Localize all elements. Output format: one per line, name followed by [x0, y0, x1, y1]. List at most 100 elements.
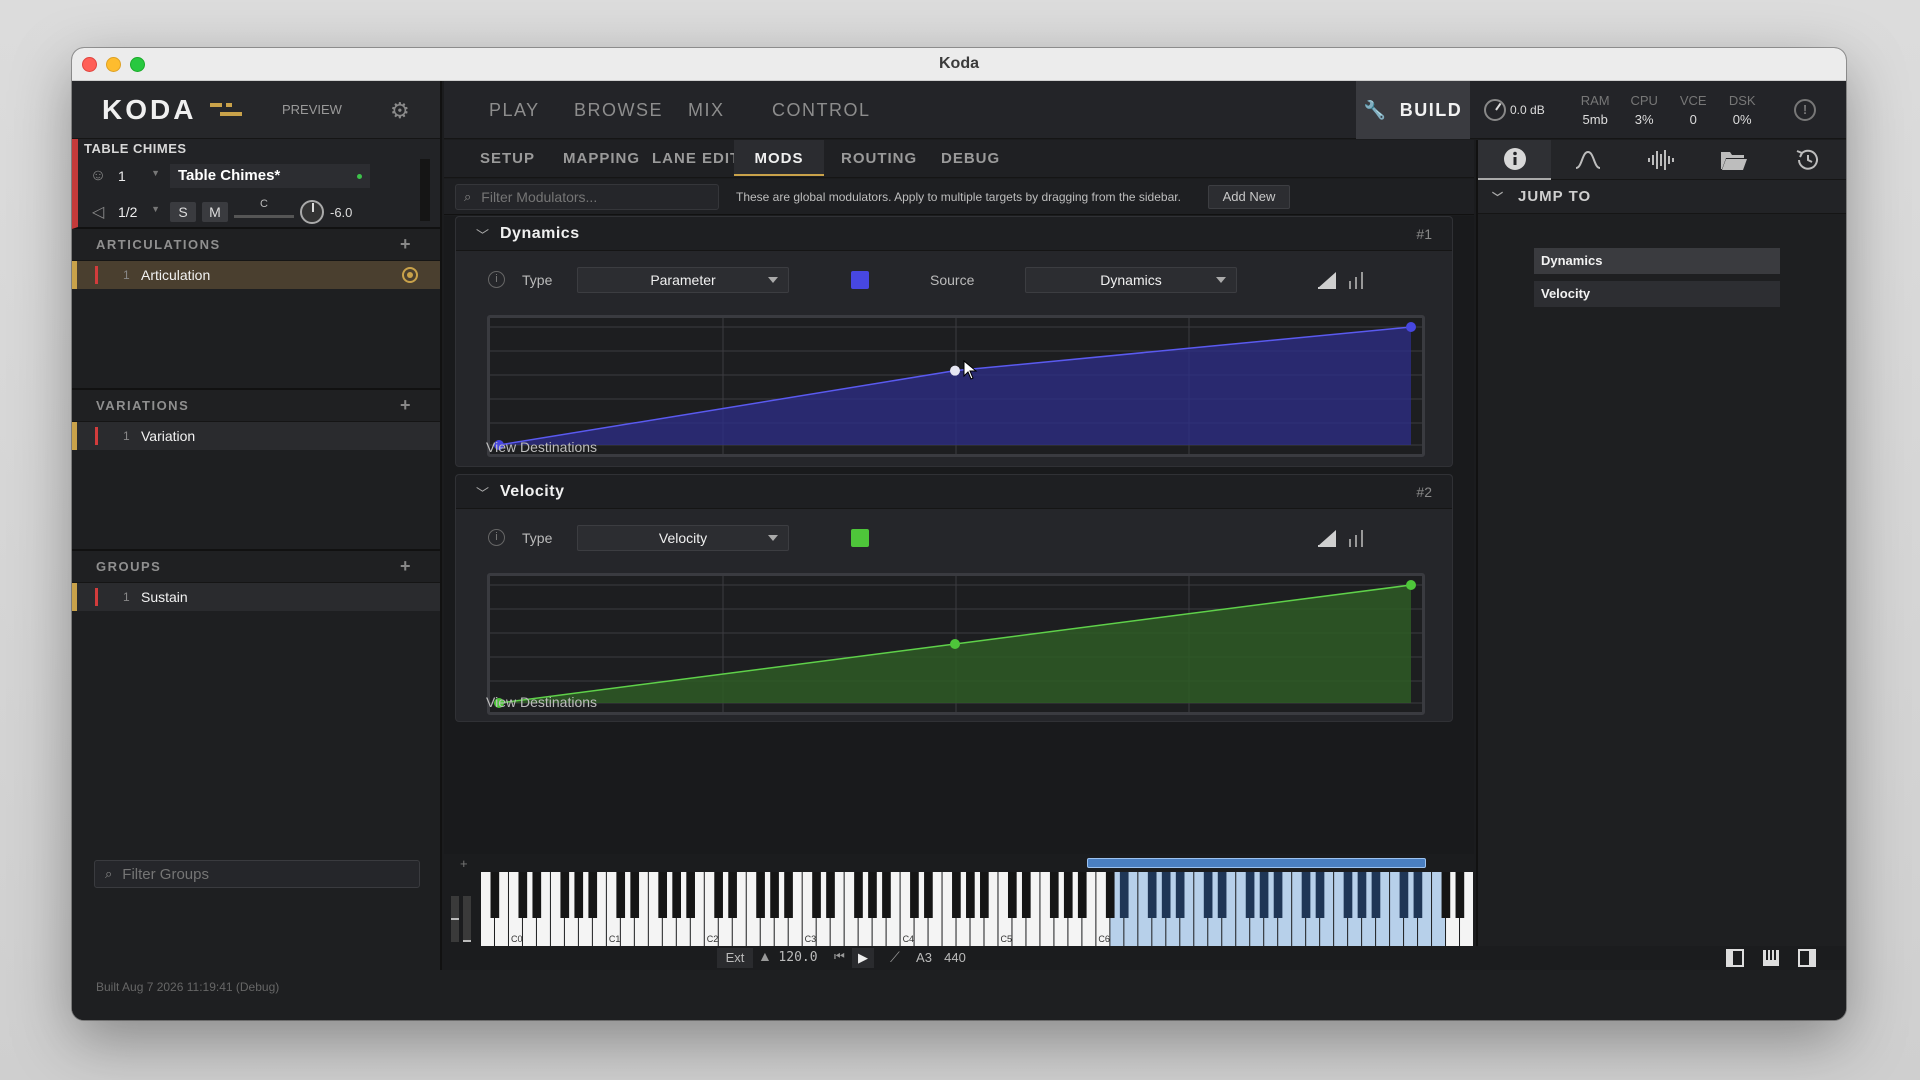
gear-icon[interactable]: ⚙	[390, 98, 410, 124]
black-key[interactable]	[1175, 872, 1185, 918]
tuning-frequency[interactable]: 440	[941, 948, 969, 968]
subtab-lane-edit[interactable]: LANE EDIT	[652, 140, 740, 176]
jump-to-dynamics[interactable]: Dynamics	[1534, 248, 1780, 274]
black-key[interactable]	[854, 872, 863, 918]
color-swatch[interactable]	[851, 529, 869, 547]
metronome-icon[interactable]: ▲	[758, 948, 772, 964]
black-key[interactable]	[1371, 872, 1381, 918]
mod-wheel[interactable]	[463, 896, 471, 942]
maximize-window-button[interactable]	[130, 57, 145, 72]
pitch-wheel[interactable]	[451, 896, 459, 942]
black-key[interactable]	[1301, 872, 1311, 918]
black-key[interactable]	[588, 872, 598, 918]
build-button[interactable]: 🔧 BUILD	[1356, 81, 1470, 139]
sync-mode[interactable]: Ext	[717, 948, 753, 968]
curve-mode-icon[interactable]	[1316, 527, 1338, 549]
instrument-name[interactable]: Table Chimes*	[170, 164, 370, 188]
add-articulation-button[interactable]: +	[400, 234, 412, 255]
tab-play[interactable]: PLAY	[489, 81, 540, 139]
black-key[interactable]	[1413, 872, 1423, 918]
target-icon[interactable]	[402, 267, 418, 283]
black-key[interactable]	[518, 872, 528, 918]
black-key[interactable]	[1315, 872, 1325, 918]
subtab-setup[interactable]: SETUP	[480, 140, 535, 176]
voices-select[interactable]: 1/2 ▼	[114, 204, 164, 220]
curve-point[interactable]	[1406, 322, 1416, 332]
black-key[interactable]	[686, 872, 695, 918]
tuning-fork-icon[interactable]: ⟋	[890, 949, 900, 966]
black-key[interactable]	[1343, 872, 1353, 918]
black-key[interactable]	[1105, 872, 1115, 918]
add-variation-button[interactable]: +	[400, 395, 412, 416]
curve-point[interactable]	[950, 639, 960, 649]
alert-icon[interactable]: !	[1794, 99, 1816, 121]
tab-browse[interactable]: BROWSE	[574, 81, 663, 139]
black-key[interactable]	[924, 872, 933, 918]
filter-modulators-field[interactable]: ⌕	[455, 184, 719, 210]
black-key[interactable]	[1203, 872, 1213, 918]
black-key[interactable]	[574, 872, 584, 918]
tuning-note[interactable]: A3	[912, 948, 936, 968]
subtab-routing[interactable]: ROUTING	[841, 140, 917, 176]
speaker-icon[interactable]: ◁	[88, 202, 108, 222]
black-key[interactable]	[1357, 872, 1367, 918]
black-key[interactable]	[1245, 872, 1255, 918]
midi-icon[interactable]: ☺	[88, 167, 108, 185]
black-key[interactable]	[672, 872, 681, 918]
add-new-button[interactable]: Add New	[1208, 185, 1290, 209]
filter-modulators-input[interactable]	[481, 189, 702, 205]
info-tab[interactable]	[1478, 140, 1551, 180]
key-range-handle[interactable]	[1087, 858, 1426, 868]
black-key[interactable]	[1161, 872, 1171, 918]
black-key[interactable]	[714, 872, 723, 918]
black-key[interactable]	[1119, 872, 1129, 918]
history-tab[interactable]	[1770, 140, 1843, 180]
info-icon[interactable]: i	[488, 271, 505, 288]
black-key[interactable]	[1455, 872, 1465, 918]
view-destinations-link[interactable]: View Destinations	[486, 439, 597, 455]
close-window-button[interactable]	[82, 57, 97, 72]
keyboard-toggle-icon[interactable]	[1762, 949, 1780, 967]
black-key[interactable]	[1049, 872, 1059, 918]
black-key[interactable]	[1441, 872, 1451, 918]
black-key[interactable]	[560, 872, 570, 918]
steps-mode-icon[interactable]	[1345, 527, 1367, 549]
black-key[interactable]	[868, 872, 877, 918]
black-key[interactable]	[1217, 872, 1227, 918]
black-key[interactable]	[630, 872, 640, 918]
minimize-window-button[interactable]	[106, 57, 121, 72]
black-key[interactable]	[952, 872, 961, 918]
solo-button[interactable]: S	[170, 202, 196, 222]
variation-item[interactable]: 1 Variation	[72, 422, 440, 450]
tab-control[interactable]: CONTROL	[772, 81, 871, 139]
tempo-value[interactable]: 120.0	[774, 948, 822, 968]
type-dropdown[interactable]: Parameter	[577, 267, 789, 293]
curve-editor-dynamics[interactable]	[487, 315, 1425, 457]
black-key[interactable]	[756, 872, 765, 918]
black-key[interactable]	[1077, 872, 1087, 918]
black-key[interactable]	[1259, 872, 1269, 918]
black-key[interactable]	[658, 872, 668, 918]
rewind-icon[interactable]: ⏮	[834, 949, 845, 964]
pan-slider[interactable]: C	[234, 198, 294, 220]
samples-tab[interactable]	[1624, 140, 1697, 180]
black-key[interactable]	[1147, 872, 1157, 918]
curve-mode-icon[interactable]	[1316, 269, 1338, 291]
black-key[interactable]	[980, 872, 989, 918]
black-key[interactable]	[728, 872, 737, 918]
right-panel-toggle-icon[interactable]	[1798, 949, 1816, 967]
group-item[interactable]: 1 Sustain	[72, 583, 440, 611]
type-dropdown[interactable]: Velocity	[577, 525, 789, 551]
gain-knob[interactable]	[1484, 99, 1506, 121]
volume-knob[interactable]	[300, 200, 324, 224]
black-key[interactable]	[1007, 872, 1017, 918]
black-key[interactable]	[532, 872, 542, 918]
articulation-item[interactable]: 1 Articulation	[72, 261, 440, 289]
files-tab[interactable]	[1697, 140, 1770, 180]
black-key[interactable]	[1021, 872, 1031, 918]
subtab-mods[interactable]: MODS	[734, 140, 824, 176]
curve-point[interactable]	[1406, 580, 1416, 590]
filter-groups-input[interactable]	[122, 865, 403, 883]
black-key[interactable]	[812, 872, 821, 918]
black-key[interactable]	[826, 872, 835, 918]
